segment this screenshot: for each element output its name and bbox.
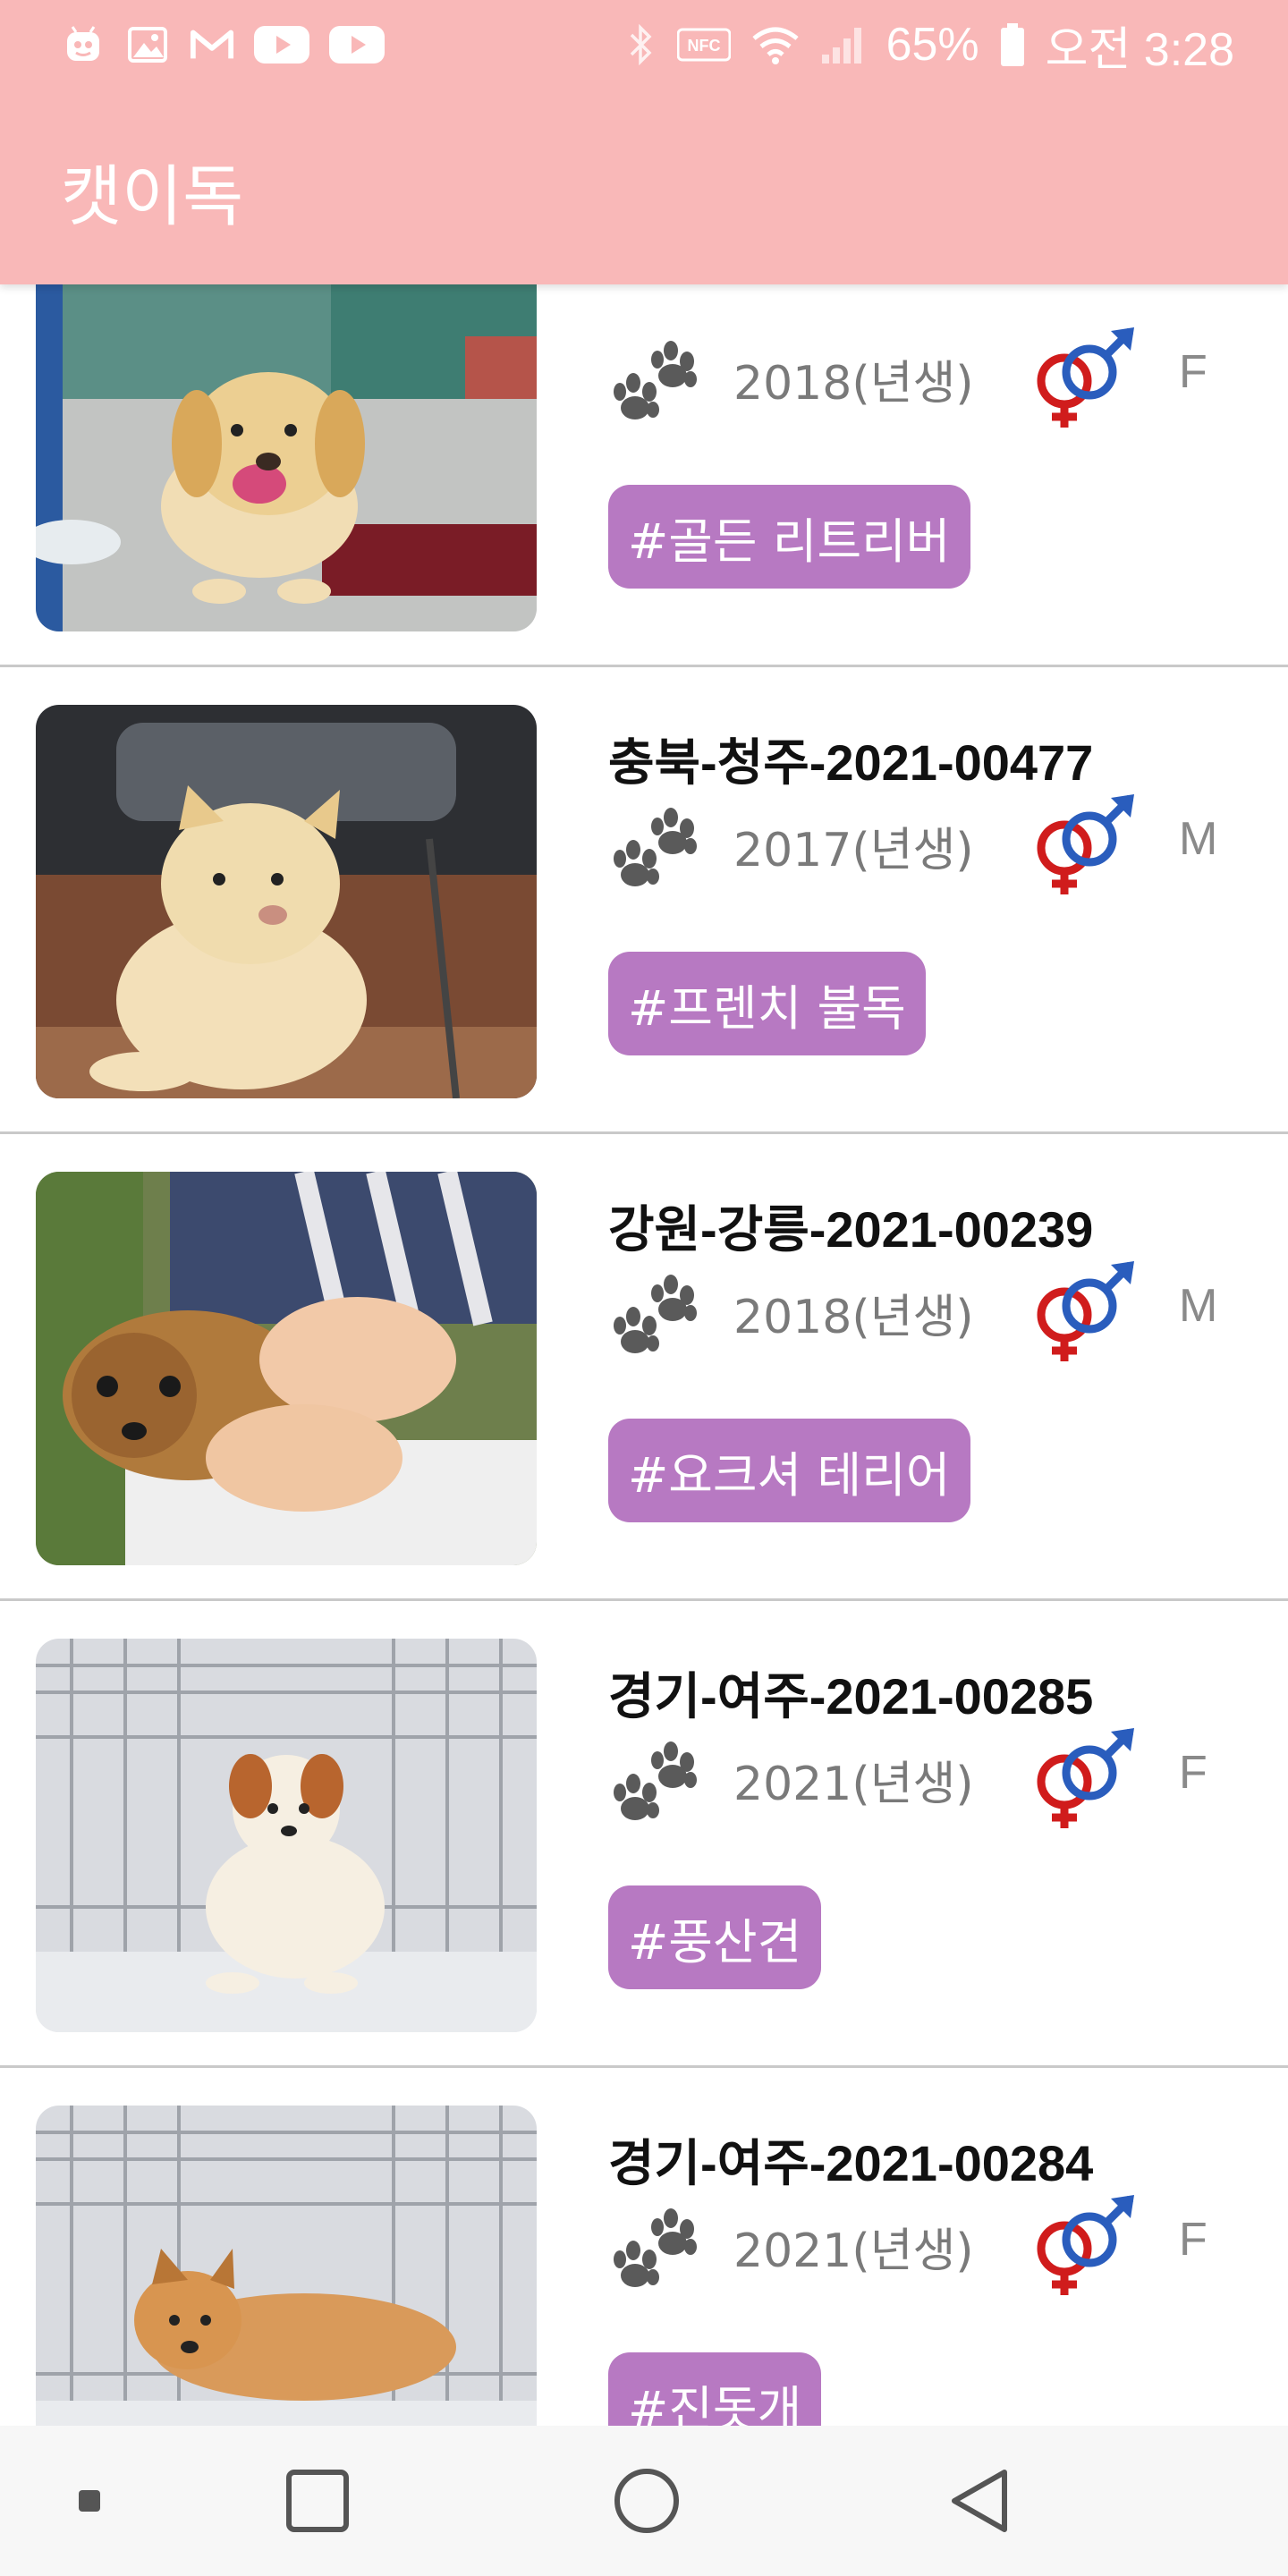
list-item[interactable]: 2018(년생) F #골든 리트리버 (0, 284, 1288, 667)
app-title: 캣이독 (61, 158, 244, 235)
svg-text:NFC: NFC (687, 37, 720, 55)
paw-icon (608, 1733, 699, 1825)
breed-tag[interactable]: #진돗개 (608, 2352, 822, 2426)
breed-tag[interactable]: #골든 리트리버 (608, 485, 970, 589)
birth-year: 2021(년생) (733, 2224, 974, 2278)
back-triangle-icon[interactable] (930, 2426, 1029, 2576)
app-icon (61, 22, 106, 67)
gender-label: F (1179, 1747, 1208, 1799)
animal-name: 경기-여주-2021-00284 (608, 2135, 1094, 2191)
signal-icon (820, 22, 867, 67)
battery-percent: 65% (886, 19, 979, 71)
gender-icon (1034, 2193, 1140, 2299)
gender-icon (1034, 326, 1140, 431)
youtube-icon (329, 22, 385, 67)
birth-year: 2018(년생) (733, 1291, 974, 1344)
nfc-icon: NFC (676, 22, 731, 67)
paw-icon (608, 333, 699, 424)
animal-name: 경기-여주-2021-00285 (608, 1668, 1094, 1724)
status-bar: NFC 65% 오전 3:28 (0, 0, 1288, 89)
birth-year: 2021(년생) (733, 1758, 974, 1811)
paw-icon (608, 2200, 699, 2292)
animal-name: 충북-청주-2021-00477 (608, 734, 1094, 791)
system-nav-bar (0, 2426, 1288, 2576)
paw-icon (608, 1267, 699, 1358)
jindo-dog-photo (36, 705, 537, 1098)
gallery-icon (125, 22, 170, 67)
list-item[interactable]: 경기-여주-2021-00285 2021(년생) F #풍산견 (0, 1601, 1288, 2068)
breed-tag[interactable]: #풍산견 (608, 1885, 822, 1989)
app-header: NFC 65% 오전 3:28 캣이독 (0, 0, 1288, 284)
paw-icon (608, 800, 699, 891)
golden-dog-photo (36, 284, 537, 631)
home-circle-icon[interactable] (597, 2426, 696, 2576)
gender-icon (1034, 792, 1140, 898)
overview-square-icon[interactable] (268, 2426, 367, 2576)
list-item[interactable]: 충북-청주-2021-00477 2017(년생) M #프렌치 불독 (0, 667, 1288, 1134)
gender-label: F (1179, 2214, 1208, 2266)
gender-icon (1034, 1726, 1140, 1832)
list-item[interactable]: 경기-여주-2021-00284 2021(년생) F #진돗개 (0, 2068, 1288, 2426)
breed-tag[interactable]: #프렌치 불독 (608, 952, 926, 1055)
gender-label: M (1179, 1280, 1218, 1332)
wifi-icon (750, 22, 801, 67)
gender-icon (1034, 1259, 1140, 1365)
gender-label: F (1179, 346, 1208, 398)
birth-year: 2017(년생) (733, 824, 974, 877)
gender-label: M (1179, 813, 1218, 865)
list-item[interactable]: 강원-강릉-2021-00239 2018(년생) M #요크셔 테리어 (0, 1134, 1288, 1601)
battery-icon (999, 22, 1026, 67)
breed-tag[interactable]: #요크셔 테리어 (608, 1419, 970, 1522)
animal-name: 강원-강릉-2021-00239 (608, 1201, 1094, 1258)
birth-year: 2018(년생) (733, 357, 974, 411)
puppy-cage-photo-2 (36, 2106, 537, 2426)
gmail-icon (190, 22, 234, 67)
recent-dot[interactable] (54, 2426, 125, 2576)
bluetooth-icon (625, 22, 657, 67)
youtube-icon (254, 22, 309, 67)
clock: 오전 3:28 (1045, 23, 1234, 76)
puppy-cage-photo (36, 1639, 537, 2032)
animal-list[interactable]: 2018(년생) F #골든 리트리버 충북-청주-2021-00477 201… (0, 284, 1288, 2426)
yorkie-dog-photo (36, 1172, 537, 1565)
